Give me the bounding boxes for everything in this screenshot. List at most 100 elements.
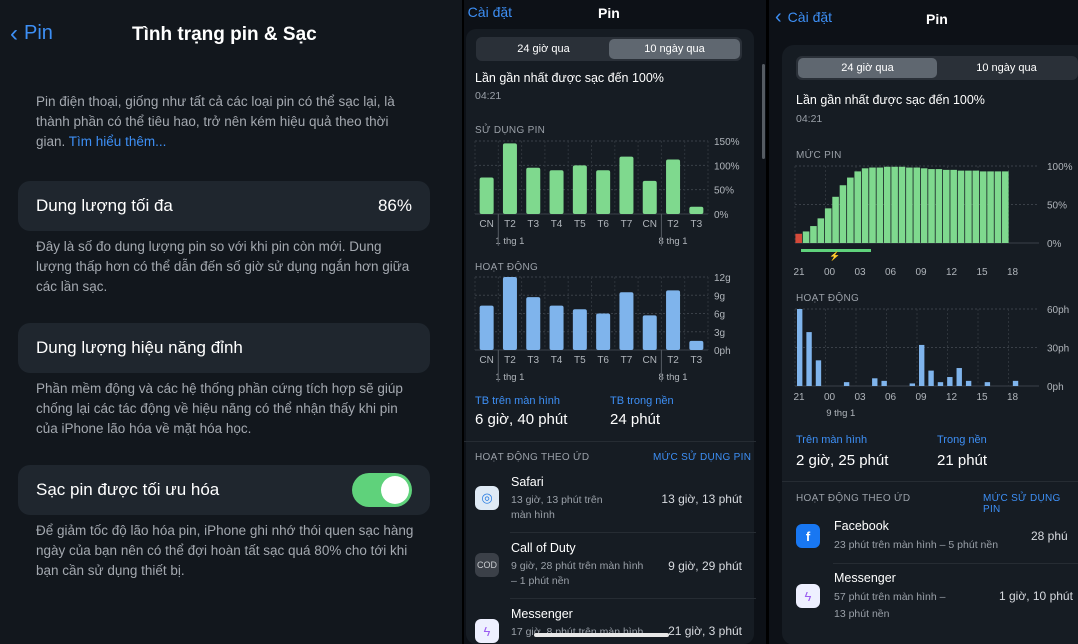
battery-level-bar (965, 170, 972, 243)
avg-bg-label: TB trong nền (610, 395, 674, 407)
x-tick-label: 15 (976, 267, 988, 278)
list-item[interactable]: ϟ Messenger 57 phút trên màn hình – 13 p… (782, 567, 1078, 627)
chevron-left-icon: ‹ (10, 19, 18, 47)
app-sub: 9 giờ, 28 phút trên màn hình (511, 560, 644, 572)
y-tick-label: 0ph (1047, 382, 1064, 393)
max-capacity-desc: Đây là số đo dung lượng pin so với khi p… (36, 239, 410, 294)
x-tick-label: 12 (946, 392, 958, 403)
y-tick-label: 30ph (1047, 344, 1069, 355)
x-tick-label: 21 (793, 392, 805, 403)
last-charged-time: 04:21 (475, 90, 502, 102)
y-tick-label: 0ph (714, 346, 731, 357)
back-label: Pin (24, 22, 53, 44)
optimized-charging-desc: Để giảm tốc độ lão hóa pin, iPhone ghi n… (36, 523, 414, 578)
bar (479, 305, 494, 350)
battery-level-bar (950, 169, 957, 243)
battery-level-bar (906, 167, 913, 243)
x-tick-label: CN (643, 355, 657, 366)
activity-bar (928, 370, 934, 386)
activity-bar (919, 344, 925, 386)
tab-10days[interactable]: 10 ngày qua (937, 58, 1076, 78)
app-value: 9 giờ, 29 phút (668, 559, 742, 573)
x-tick-label: T6 (597, 219, 609, 230)
x-tick-label: 00 (824, 392, 836, 403)
x-tick-label: 06 (885, 267, 897, 278)
battery-level-bar (869, 167, 876, 243)
charging-icon: ⚡ (829, 250, 840, 262)
activity-bar (881, 380, 887, 386)
battery-level-bar (839, 185, 847, 243)
battery-level-bar (987, 171, 994, 243)
x-tick-label: T3 (527, 219, 539, 230)
usage-link[interactable]: MỨC SỬ DỤNG PIN (983, 493, 1078, 515)
battery-level-bar (824, 208, 832, 243)
battery-24h-panel: ‹ Cài đặt Pin 24 giờ qua 10 ngày qua Lần… (769, 0, 1078, 644)
divider (510, 598, 756, 599)
last-charged-time: 04:21 (796, 113, 823, 125)
bar (572, 309, 587, 350)
activity-bar (815, 360, 822, 386)
bar (596, 313, 611, 350)
app-name: Call of Duty (511, 541, 576, 555)
last-charged-text: Lần gần nhất được sạc đến 100% (475, 71, 664, 85)
date-label: 9 thg 1 (826, 408, 855, 419)
back-button[interactable]: ‹ Cài đặt (464, 4, 512, 20)
activity-bar (947, 377, 953, 386)
x-tick-label: CN (479, 219, 493, 230)
peak-performance-label: Dung lượng hiệu năng đỉnh (36, 338, 243, 357)
battery-level-bar (920, 168, 928, 243)
list-item[interactable]: ◎ Safari 13 giờ, 13 phút trên màn hình 1… (464, 471, 756, 533)
call-of-duty-icon: COD (475, 553, 499, 577)
list-item[interactable]: COD Call of Duty 9 giờ, 28 phút trên màn… (464, 537, 756, 599)
x-tick-label: 15 (976, 392, 988, 403)
x-tick-label: T2 (504, 219, 516, 230)
tab-10days[interactable]: 10 ngày qua (609, 39, 740, 59)
screen-label: Trên màn hình (796, 434, 868, 446)
app-sub: 23 phút trên màn hình – 5 phút nền (834, 539, 999, 551)
list-item[interactable]: f Facebook 23 phút trên màn hình – 5 phú… (782, 515, 1078, 570)
optimized-charging-toggle[interactable] (352, 473, 412, 507)
tab-24h[interactable]: 24 giờ qua (798, 58, 937, 78)
activity-bar (909, 383, 915, 386)
x-tick-label: 09 (915, 392, 927, 403)
nav-title: Pin (598, 5, 620, 21)
x-tick-label: 18 (1007, 392, 1019, 403)
list-item[interactable]: ϟ Messenger 17 giờ, 8 phút trên màn hình… (464, 603, 756, 644)
date-label: 8 thg 1 (659, 236, 688, 246)
avg-screen-value: 6 giờ, 40 phút (475, 411, 568, 428)
avg-screen-label: TB trên màn hình (475, 395, 560, 407)
nav-title: Pin (926, 11, 948, 27)
x-tick-label: T2 (667, 355, 679, 366)
activity-bar (956, 368, 962, 386)
battery-usage-chart: 0%50%100%150%CN T2 T3 T4 T5 T6 T7 CN T2 T31 thg 1… (474, 137, 740, 246)
learn-more-link[interactable]: Tìm hiểu thêm... (69, 134, 167, 149)
y-tick-label: 100% (1047, 162, 1073, 173)
battery-level-bar (935, 169, 943, 243)
x-tick-label: T3 (691, 355, 703, 366)
tab-24h[interactable]: 24 giờ qua (478, 39, 609, 59)
activity-bar (965, 380, 972, 386)
back-button[interactable]: ‹ Cài đặt (775, 7, 832, 27)
bar (479, 177, 494, 214)
max-capacity-label: Dung lượng tối đa (36, 196, 173, 215)
x-tick-label: 09 (915, 267, 927, 278)
x-tick-label: 12 (946, 267, 958, 278)
usage-link[interactable]: MỨC SỬ DỤNG PIN (653, 452, 751, 463)
activity-bar (797, 309, 803, 386)
bar (642, 315, 657, 350)
period-segmented-control[interactable]: 24 giờ qua 10 ngày qua (796, 56, 1078, 80)
period-segmented-control[interactable]: 24 giờ qua 10 ngày qua (476, 37, 742, 61)
bg-value: 21 phút (937, 452, 988, 469)
battery-level-bar (795, 233, 802, 243)
battery-level-bar (913, 167, 921, 243)
y-tick-label: 3g (714, 328, 725, 339)
battery-level-bar (1002, 171, 1009, 243)
scrollbar[interactable] (762, 64, 765, 159)
max-capacity-row: Dung lượng tối đa 86% (18, 181, 430, 231)
optimized-charging-row: Sạc pin được tối ưu hóa (18, 465, 430, 515)
back-label: Cài đặt (467, 4, 513, 20)
battery-level-bar (898, 166, 906, 243)
back-button[interactable]: ‹ Pin (10, 19, 53, 47)
bar (619, 156, 634, 214)
x-tick-label: T2 (667, 219, 679, 230)
